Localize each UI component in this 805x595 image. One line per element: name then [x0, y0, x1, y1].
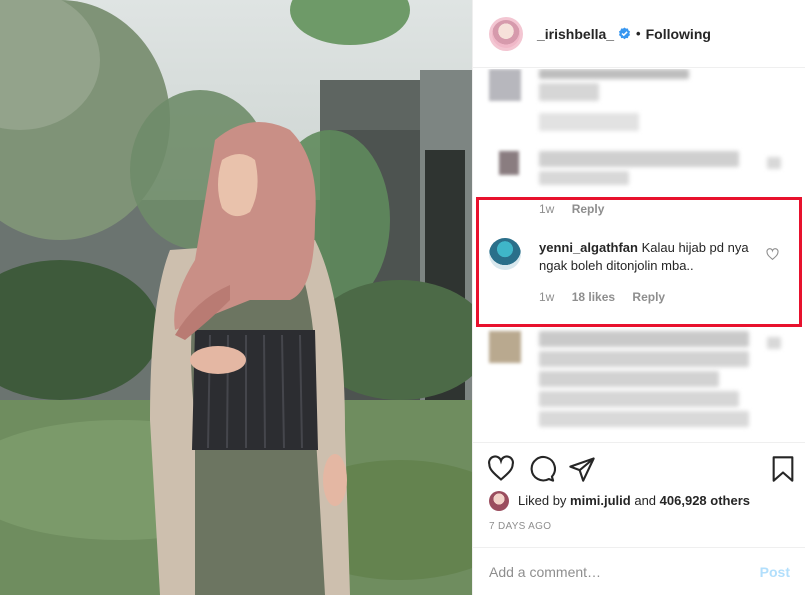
blurred-commenter-avatar [499, 151, 519, 175]
header-separator: • [636, 26, 641, 41]
blurred-commenter-avatar [489, 69, 521, 101]
post-actions: Liked by mimi.julid and 406,928 others 7… [473, 442, 805, 547]
post-comment-button[interactable]: Post [760, 564, 790, 580]
bookmark-icon[interactable] [769, 455, 797, 483]
highlight-frame [476, 197, 802, 327]
likes-summary: Liked by mimi.julid and 406,928 others [518, 493, 750, 508]
add-comment-bar: Post [473, 547, 805, 595]
post-timestamp[interactable]: 7 DAYS AGO [489, 521, 551, 532]
blurred-comment-text [539, 351, 749, 367]
post-header: _irishbella_ • Following [473, 0, 805, 68]
blurred-comment-text [539, 171, 629, 185]
blurred-comment-text [539, 411, 749, 427]
author-avatar-image [492, 19, 520, 48]
verified-badge-icon [618, 27, 631, 40]
blurred-like-icon [767, 157, 781, 169]
author-avatar[interactable] [489, 16, 523, 51]
paper-plane-icon[interactable] [568, 455, 596, 483]
liker-avatar[interactable] [489, 491, 509, 511]
blurred-comment-text [539, 371, 719, 387]
liked-by-prefix: Liked by [518, 493, 567, 508]
blurred-comment-text [539, 331, 749, 347]
likes-others-count[interactable]: 406,928 others [660, 493, 750, 508]
blurred-comment-text [539, 391, 739, 407]
blurred-comment-text [539, 69, 689, 79]
following-button[interactable]: Following [646, 26, 711, 42]
post-photo[interactable] [0, 0, 472, 595]
blurred-comment-text [539, 151, 739, 167]
blurred-comment-text [539, 83, 599, 101]
comment-input[interactable] [489, 563, 760, 580]
speech-bubble-icon[interactable] [528, 455, 556, 483]
liker-username[interactable]: mimi.julid [570, 493, 631, 508]
blurred-like-icon [767, 337, 781, 349]
photo-illustration [0, 0, 472, 595]
heart-outline-icon[interactable] [487, 455, 515, 483]
author-username[interactable]: _irishbella_ [537, 26, 614, 42]
blurred-commenter-avatar [489, 331, 521, 363]
blurred-comment-meta [539, 113, 639, 131]
liked-by-and: and [634, 493, 657, 508]
